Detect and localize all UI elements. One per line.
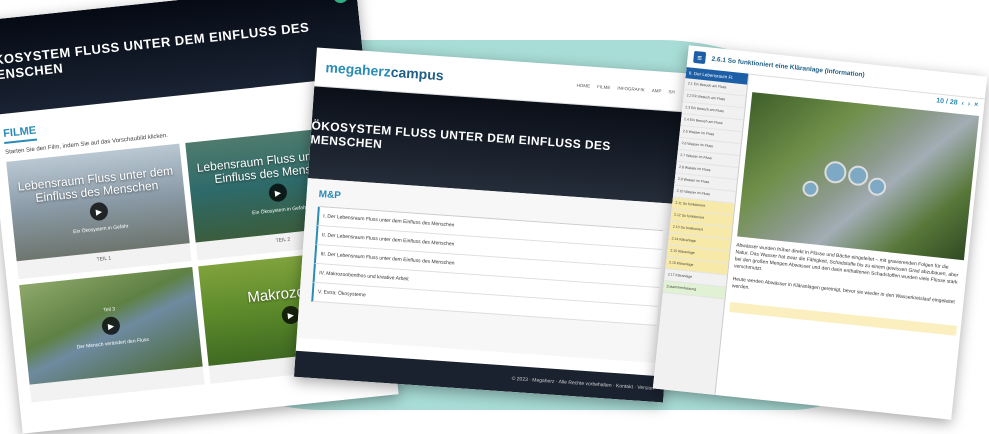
film-thumbnail[interactable]: Lebensraum Fluss unter dem Einfluss des … bbox=[6, 143, 190, 262]
tank-shape bbox=[823, 160, 848, 185]
treatment-plant-photo bbox=[737, 92, 980, 261]
main-nav: HOME FILME INFOGRAFIK AMP SH bbox=[577, 82, 675, 94]
page-counter: 10 / 28 ‹ › × bbox=[936, 97, 979, 108]
film-title: Lebensraum Fluss unter dem Einfluss des … bbox=[17, 163, 174, 205]
chevron-right-icon[interactable]: › bbox=[967, 101, 970, 108]
page-title: ÖKOSYSTEM FLUSS UNTER DEM EINFLUSS DES M… bbox=[0, 18, 310, 84]
film-subtitle: Ein Ökosystem in Gefahr bbox=[251, 204, 308, 217]
screenshot-campus: megaherzcampus HOME FILME INFOGRAFIK AMP… bbox=[293, 47, 687, 403]
film-card[interactable]: Lebensraum Fluss unter dem Einfluss des … bbox=[6, 143, 192, 280]
close-icon[interactable]: × bbox=[974, 101, 979, 108]
menu-icon[interactable]: ≡ bbox=[693, 50, 707, 65]
film-subtitle: Der Mensch verändert den Fluss bbox=[76, 336, 150, 351]
screenshot-lesson: ≡ 2.6.1 So funktioniert eine Kläranlage … bbox=[652, 45, 988, 420]
film-card[interactable]: Teil 3 ▶ Der Mensch verändert den Fluss bbox=[19, 266, 205, 403]
nav-item[interactable]: HOME bbox=[577, 82, 591, 88]
section-title: FILME bbox=[2, 124, 38, 144]
page-count: 10 / 28 bbox=[935, 97, 958, 107]
nav-item[interactable]: FILME bbox=[597, 84, 611, 90]
play-icon[interactable]: ▶ bbox=[89, 201, 109, 222]
film-subtitle: Ein Ökosystem in Gefahr bbox=[72, 223, 129, 236]
play-icon[interactable]: ▶ bbox=[101, 315, 121, 336]
play-icon[interactable]: ▶ bbox=[268, 182, 288, 203]
chevron-left-icon[interactable]: ‹ bbox=[961, 100, 964, 107]
film-title: Teil 3 bbox=[103, 306, 116, 314]
nav-item[interactable]: SH bbox=[668, 89, 675, 94]
tank-shape bbox=[801, 179, 820, 198]
page-title: ÖKOSYSTEM FLUSS UNTER DEM EINFLUSS DES M… bbox=[310, 118, 612, 154]
film-thumbnail[interactable]: Teil 3 ▶ Der Mensch verändert den Fluss bbox=[19, 266, 203, 385]
lesson-content: 10 / 28 ‹ › × Abwässer wurden früher dir… bbox=[716, 74, 984, 420]
nav-item[interactable]: AMP bbox=[652, 87, 662, 93]
tank-shape bbox=[847, 164, 870, 187]
megaherz-logo[interactable]: megaherzcampus bbox=[325, 59, 444, 83]
tank-shape bbox=[867, 176, 887, 197]
nav-item[interactable]: INFOGRAFIK bbox=[617, 85, 645, 92]
